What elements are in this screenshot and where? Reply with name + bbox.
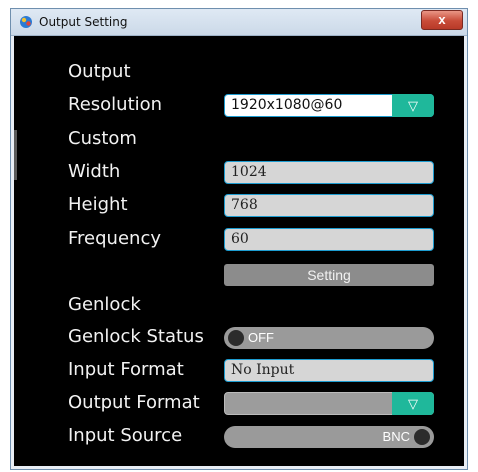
output-format-label: Output Format [68, 392, 200, 413]
genlock-status-value: OFF [248, 330, 274, 345]
input-source-value: BNC [382, 429, 410, 444]
title-bar[interactable]: Output Setting x [11, 9, 467, 36]
resolution-value: 1920x1080@60 [231, 97, 343, 113]
app-icon [20, 16, 32, 28]
toggle-knob [228, 330, 244, 346]
custom-section-heading: Custom [68, 128, 137, 149]
output-section-heading: Output [68, 61, 131, 82]
height-label: Height [68, 194, 128, 215]
input-format-field: No Input [224, 359, 434, 382]
resolution-select[interactable]: 1920x1080@60 ▽ [224, 94, 434, 117]
genlock-section-heading: Genlock [68, 294, 141, 315]
toggle-knob [414, 429, 430, 445]
output-format-dropdown-button[interactable]: ▽ [392, 392, 434, 415]
close-button[interactable]: x [421, 10, 463, 30]
width-input[interactable]: 1024 [224, 161, 434, 184]
input-format-label: Input Format [68, 359, 184, 380]
width-label: Width [68, 161, 121, 182]
input-source-label: Input Source [68, 425, 183, 446]
input-source-toggle[interactable]: BNC [224, 426, 434, 448]
settings-panel: Output Resolution 1920x1080@60 ▽ Custom … [14, 36, 464, 466]
genlock-status-label: Genlock Status [68, 326, 204, 347]
chevron-down-icon: ▽ [408, 98, 418, 113]
setting-button[interactable]: Setting [224, 264, 434, 286]
panel-edge-marker [14, 130, 17, 180]
output-format-select[interactable]: ▽ [224, 392, 434, 415]
frequency-label: Frequency [68, 228, 161, 249]
chevron-down-icon: ▽ [408, 396, 418, 411]
close-icon: x [438, 12, 446, 27]
resolution-label: Resolution [68, 94, 163, 115]
frequency-input[interactable]: 60 [224, 228, 434, 251]
window-title: Output Setting [39, 15, 128, 29]
output-setting-window: Output Setting x Output Resolution 1920x… [10, 8, 468, 470]
resolution-dropdown-button[interactable]: ▽ [392, 94, 434, 117]
genlock-status-toggle[interactable]: OFF [224, 327, 434, 349]
height-input[interactable]: 768 [224, 194, 434, 217]
